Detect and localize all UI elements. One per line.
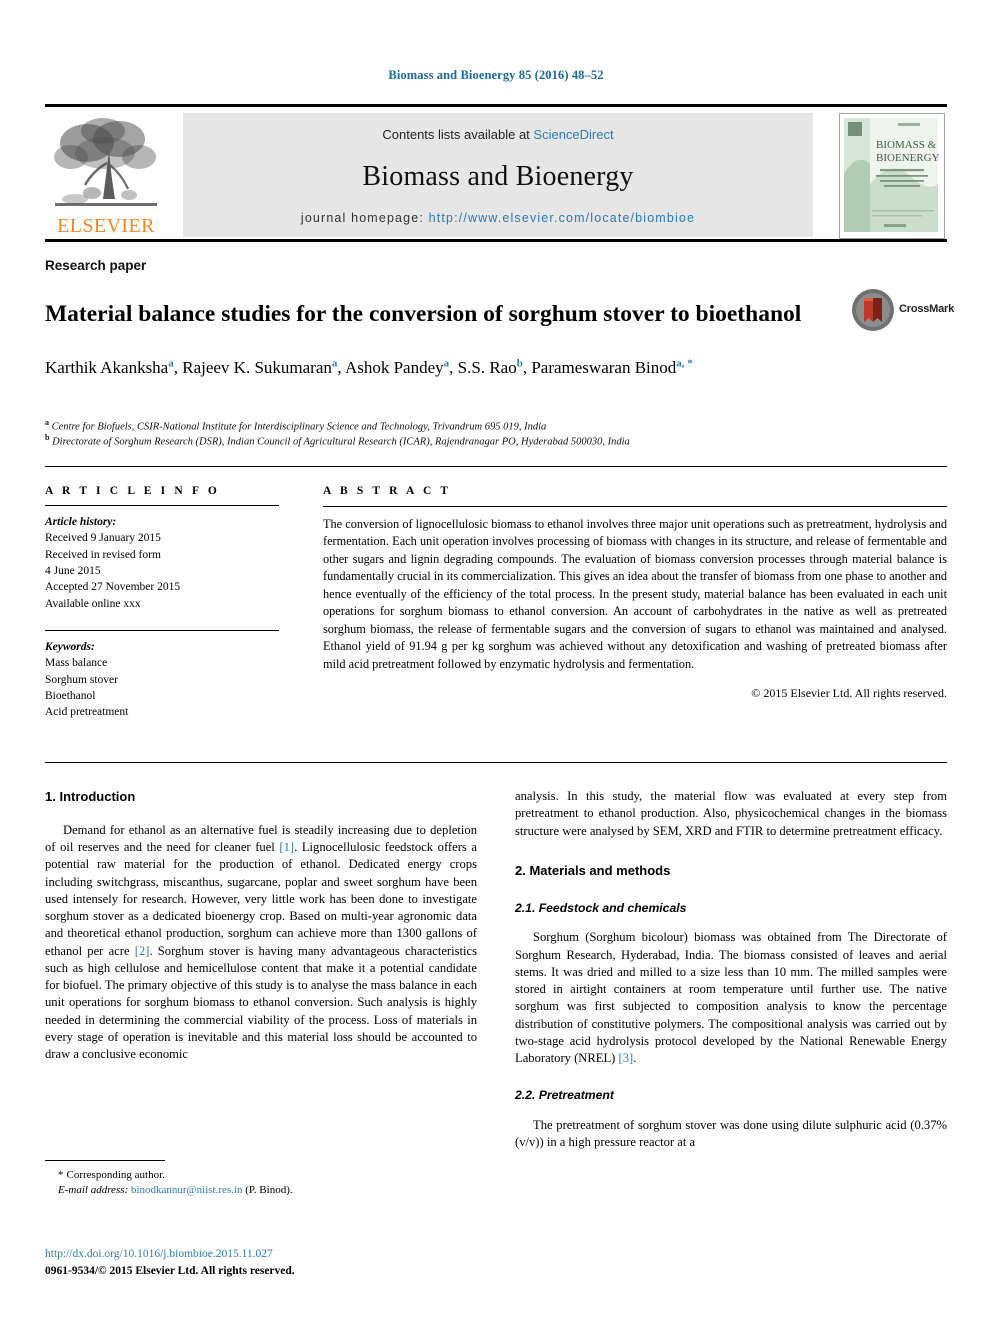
history-item: 4 June 2015 xyxy=(45,564,101,577)
homepage-url-link[interactable]: http://www.elsevier.com/locate/biombioe xyxy=(429,211,695,225)
history-item: Received 9 January 2015 xyxy=(45,532,161,545)
body-column-left: 1. Introduction Demand for ethanol as an… xyxy=(45,788,477,1063)
pretreatment-paragraph: The pretreatment of sorghum stover was d… xyxy=(515,1117,947,1150)
affiliation-mark-b: b xyxy=(45,433,50,442)
journal-masthead: ELSEVIER Contents lists available at Sci… xyxy=(45,104,947,242)
crossmark-label: CrossMark xyxy=(899,303,955,315)
intro-paragraph-continued: analysis. In this study, the material fl… xyxy=(515,789,947,838)
article-info-column: A R T I C L E I N F O Article history: R… xyxy=(45,485,295,721)
journal-title: Biomass and Bioenergy xyxy=(362,161,634,192)
author-name: Rajeev K. Sukumaran xyxy=(182,358,332,377)
keyword-item: Bioethanol xyxy=(45,689,96,702)
author-separator: , xyxy=(337,358,345,377)
email-line: E-mail address: binodkannur@niist.res.in… xyxy=(45,1183,477,1198)
page-title: Material balance studies for the convers… xyxy=(45,300,802,327)
feedstock-text-b: . xyxy=(633,1051,637,1065)
author-name: Karthik Akanksha xyxy=(45,358,169,377)
intro-text-c: . Sorghum stover is having many advantag… xyxy=(45,943,477,1062)
article-history-block: Article history: Received 9 January 2015… xyxy=(45,514,295,612)
author-item: Karthik Akankshaa, xyxy=(45,357,183,377)
email-link[interactable]: binodkannur@niist.res.in xyxy=(131,1184,243,1196)
subsection-heading-pretreatment: 2.2. Pretreatment xyxy=(515,1088,614,1103)
info-top-divider xyxy=(45,466,947,467)
corresponding-author-line: * Corresponding author. xyxy=(45,1168,477,1183)
body-column-right: analysis. In this study, the material fl… xyxy=(515,788,947,1151)
section-heading-introduction: 1. Introduction xyxy=(45,789,136,804)
keyword-item: Sorghum stover xyxy=(45,673,118,686)
history-item: Received in revised form xyxy=(45,548,161,561)
author-name: Ashok Pandey xyxy=(344,358,444,377)
svg-text:BIOENERGY: BIOENERGY xyxy=(876,152,940,164)
journal-cover-thumbnail: BIOMASS & BIOENERGY xyxy=(839,113,945,239)
keywords-rule xyxy=(45,629,279,631)
elsevier-tree-icon xyxy=(54,118,157,206)
journal-banner: Contents lists available at ScienceDirec… xyxy=(183,113,813,237)
corresponding-author-star: * xyxy=(58,1169,64,1181)
author-separator: , xyxy=(449,358,458,377)
affiliation-text-a: Centre for Biofuels, CSIR-National Insti… xyxy=(51,421,547,433)
history-item: Available online xxx xyxy=(45,597,141,610)
journal-homepage-line: journal homepage: http://www.elsevier.co… xyxy=(183,211,813,225)
elsevier-logo: ELSEVIER xyxy=(47,113,165,237)
contents-lists-line: Contents lists available at ScienceDirec… xyxy=(183,127,813,142)
crossmark-icon xyxy=(852,289,894,331)
running-head: Biomass and Bioenergy 85 (2016) 48–52 xyxy=(388,68,604,82)
corresponding-author-footnote: * Corresponding author. E-mail address: b… xyxy=(45,1160,477,1199)
author-item: Parameswaran Binoda, * xyxy=(531,357,693,377)
paper-page: Biomass and Bioenergy 85 (2016) 48–52 EL… xyxy=(0,0,992,1323)
sciencedirect-link[interactable]: ScienceDirect xyxy=(533,127,613,142)
doi-link[interactable]: http://dx.doi.org/10.1016/j.biombioe.201… xyxy=(45,1246,505,1263)
feedstock-text-a: Sorghum (Sorghum bicolour) biomass was o… xyxy=(515,930,947,1065)
history-item: Accepted 27 November 2015 xyxy=(45,581,181,594)
contents-prefix: Contents lists available at xyxy=(382,127,534,142)
author-list: Karthik Akankshaa, Rajeev K. Sukumarana,… xyxy=(45,355,825,381)
info-bottom-divider xyxy=(45,762,947,763)
author-item: Rajeev K. Sukumarana, xyxy=(182,357,345,377)
homepage-prefix: journal homepage: xyxy=(300,211,429,225)
author-affiliation-mark: a, * xyxy=(676,357,693,370)
article-info-heading: A R T I C L E I N F O xyxy=(45,485,220,497)
article-info-rule xyxy=(45,505,279,506)
article-type-label: Research paper xyxy=(45,258,147,273)
author-item: Ashok Pandeya, xyxy=(344,357,458,377)
email-suffix: (P. Binod). xyxy=(245,1184,293,1197)
affiliation-text-b: Directorate of Sorghum Research (DSR), I… xyxy=(52,436,630,448)
footnote-divider xyxy=(45,1160,165,1161)
affiliation-mark-a: a xyxy=(45,418,49,427)
author-name: Parameswaran Binod xyxy=(531,358,677,377)
author-name: S.S. Rao xyxy=(457,358,517,377)
keywords-label: Keywords: xyxy=(45,640,95,653)
author-separator: , xyxy=(173,358,183,377)
abstract-copyright: © 2015 Elsevier Ltd. All rights reserved… xyxy=(751,686,947,701)
cover-art-icon: BIOMASS & BIOENERGY xyxy=(840,114,942,236)
article-history-label: Article history: xyxy=(45,516,117,528)
abstract-heading: A B S T R A C T xyxy=(323,485,452,497)
section-heading-materials-and-methods: 2. Materials and methods xyxy=(515,862,671,878)
abstract-rule xyxy=(323,506,947,507)
citation-ref-2[interactable]: [2] xyxy=(135,944,150,958)
citation-ref-3[interactable]: [3] xyxy=(619,1051,634,1065)
citation-ref-1[interactable]: [1] xyxy=(279,840,294,854)
issn-copyright-line: 0961-9534/© 2015 Elsevier Ltd. All right… xyxy=(45,1265,295,1278)
keywords-block: Keywords: Mass balance Sorghum stover Bi… xyxy=(45,639,295,721)
abstract-text: The conversion of lignocellulosic biomas… xyxy=(323,517,947,671)
elsevier-wordmark: ELSEVIER xyxy=(57,215,155,237)
author-item: S.S. Raob, xyxy=(457,357,532,377)
intro-text-b: . Lignocellulosic feedstock offers a pot… xyxy=(45,840,477,958)
email-label: E-mail address: xyxy=(58,1184,129,1197)
doi-block: http://dx.doi.org/10.1016/j.biombioe.201… xyxy=(45,1246,505,1281)
affiliation-b: b Directorate of Sorghum Research (DSR),… xyxy=(45,432,945,450)
corresponding-author-label: Corresponding author. xyxy=(66,1169,165,1181)
feedstock-paragraph: Sorghum (Sorghum bicolour) biomass was o… xyxy=(515,929,947,1067)
intro-paragraph: Demand for ethanol as an alternative fue… xyxy=(45,822,477,1064)
svg-text:BIOMASS &: BIOMASS & xyxy=(876,139,937,151)
crossmark-badge[interactable]: CrossMark xyxy=(851,286,954,338)
keyword-item: Mass balance xyxy=(45,657,108,670)
abstract-column: A B S T R A C T The conversion of lignoc… xyxy=(323,485,947,701)
subsection-heading-feedstock: 2.1. Feedstock and chemicals xyxy=(515,900,687,915)
keyword-item: Acid pretreatment xyxy=(45,706,129,719)
